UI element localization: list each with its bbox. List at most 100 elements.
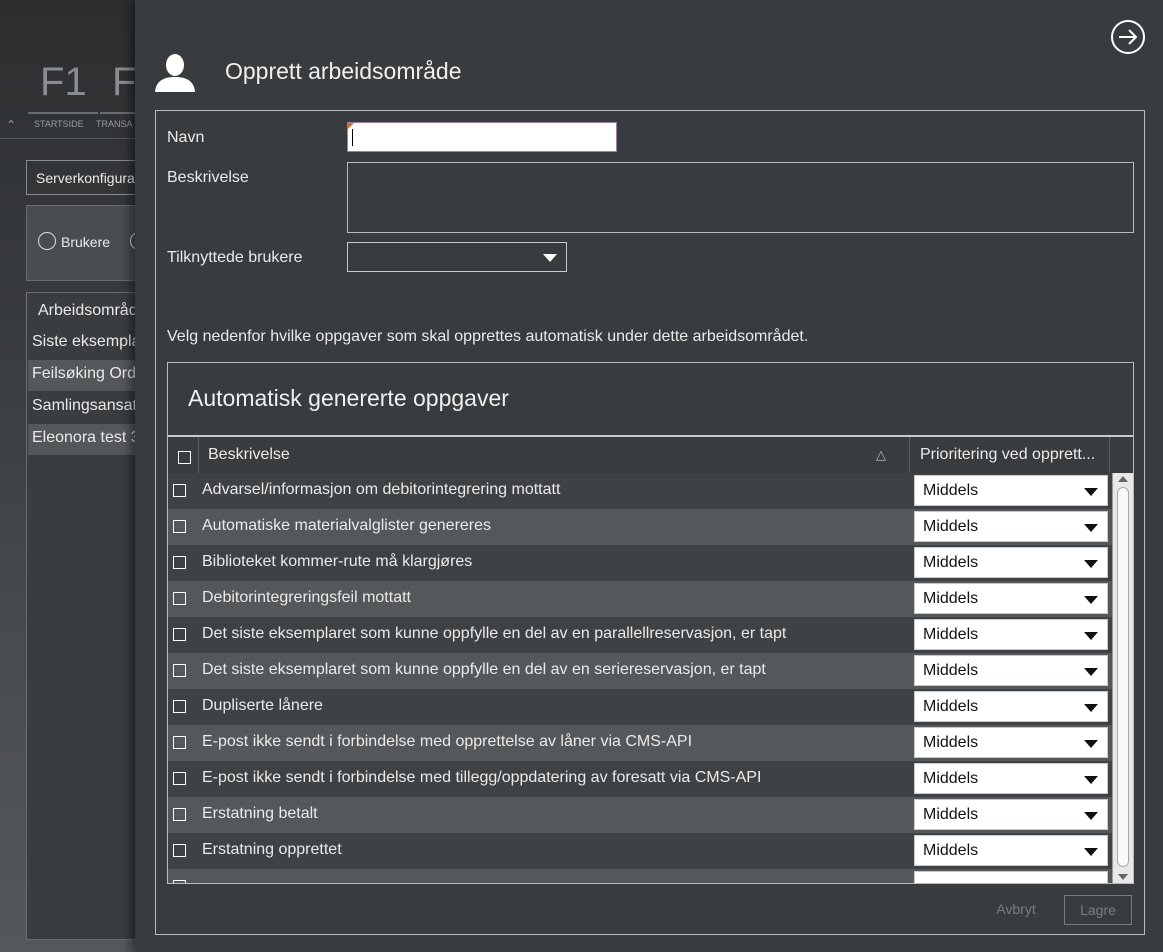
sort-ascending-icon[interactable]: △ [876, 447, 886, 463]
priority-value: Middels [923, 698, 979, 715]
priority-select[interactable]: Middels [914, 835, 1108, 866]
table-row: Biblioteket kommer-rute må klargjøres Mi… [168, 545, 1112, 581]
row-checkbox[interactable] [173, 520, 186, 533]
row-checkbox[interactable] [173, 736, 186, 749]
priority-select[interactable] [914, 871, 1108, 883]
column-header-priority[interactable]: Prioritering ved opprett... [920, 446, 1095, 464]
task-description: Det siste eksemplaret som kunne oppfylle… [202, 661, 766, 678]
priority-select[interactable]: Middels [914, 727, 1108, 758]
description-textarea[interactable] [347, 162, 1134, 233]
chevron-down-icon [1084, 596, 1098, 604]
row-checkbox[interactable] [173, 844, 186, 857]
chevron-down-icon [1084, 704, 1098, 712]
task-description: E-post ikke sendt i forbindelse med till… [202, 769, 762, 786]
column-separator[interactable] [909, 437, 910, 473]
task-rows: Advarsel/informasjon om debitorintegreri… [168, 473, 1112, 883]
chevron-down-icon [1084, 740, 1098, 748]
close-button[interactable] [1111, 20, 1145, 54]
priority-value: Middels [923, 662, 979, 679]
table-row: Debitorintegreringsfeil mottatt Middels [168, 581, 1112, 617]
priority-select[interactable]: Middels [914, 763, 1108, 794]
priority-select[interactable]: Middels [914, 799, 1108, 830]
table-row: Advarsel/informasjon om debitorintegreri… [168, 473, 1112, 509]
fkey-label-transa: TRANSA [96, 119, 133, 129]
row-checkbox[interactable] [173, 808, 186, 821]
row-checkbox[interactable] [173, 592, 186, 605]
table-row: E-post ikke sendt i forbindelse med oppr… [168, 725, 1112, 761]
priority-value: Middels [923, 626, 979, 643]
row-checkbox[interactable] [173, 772, 186, 785]
priority-value: Middels [923, 590, 979, 607]
priority-value: Middels [923, 734, 979, 751]
priority-value: Middels [923, 806, 979, 823]
save-button[interactable]: Lagre [1064, 895, 1132, 925]
chevron-up-icon[interactable]: ⌃ [6, 118, 16, 132]
row-checkbox[interactable] [173, 484, 186, 497]
row-checkbox[interactable] [173, 700, 186, 713]
column-separator [1109, 437, 1110, 473]
priority-select[interactable]: Middels [914, 691, 1108, 722]
priority-value: Middels [923, 842, 979, 859]
task-description: E-post ikke sendt i forbindelse med oppr… [202, 733, 693, 750]
grid-header: Beskrivelse △ Prioritering ved opprett..… [168, 437, 1133, 473]
dialog-title: Opprett arbeidsområde [225, 58, 462, 84]
task-description: Det siste eksemplaret som kunne oppfylle… [202, 625, 787, 642]
priority-select[interactable]: Middels [914, 547, 1108, 578]
cancel-button[interactable]: Avbryt [986, 895, 1046, 923]
fkey-label-startside: STARTSIDE [34, 119, 84, 129]
row-checkbox[interactable] [173, 880, 186, 883]
vertical-scrollbar[interactable] [1112, 473, 1133, 883]
required-marker [348, 123, 354, 129]
priority-select[interactable]: Middels [914, 619, 1108, 650]
priority-value: Middels [923, 518, 979, 535]
chevron-down-icon [1084, 668, 1098, 676]
fkey-underline [28, 112, 98, 114]
user-icon [155, 54, 195, 92]
priority-select[interactable]: Middels [914, 655, 1108, 686]
select-all-checkbox[interactable] [178, 451, 191, 464]
scroll-up-icon[interactable] [1118, 476, 1128, 482]
auto-tasks-section: Automatisk genererte oppgaver Beskrivels… [167, 362, 1134, 884]
table-row [168, 869, 1112, 883]
chevron-down-icon [1084, 776, 1098, 784]
priority-value: Middels [923, 554, 979, 571]
priority-select[interactable]: Middels [914, 475, 1108, 506]
task-description: Biblioteket kommer-rute må klargjøres [202, 553, 473, 570]
radio-brukere-label: Brukere [61, 234, 111, 250]
form-container: Navn Beskrivelse Tilknyttede brukere Vel… [155, 110, 1145, 935]
chevron-down-icon [1084, 524, 1098, 532]
chevron-down-icon [543, 254, 557, 262]
divider [0, 138, 140, 139]
fkey-underline [100, 112, 140, 114]
f1-key: F1 [40, 60, 87, 104]
column-separator [198, 437, 199, 473]
task-description: Dupliserte lånere [202, 697, 323, 714]
linked-users-dropdown[interactable] [347, 242, 567, 272]
table-row: Erstatning betalt Middels [168, 797, 1112, 833]
description-label: Beskrivelse [167, 169, 249, 186]
scrollbar-thumb[interactable] [1117, 487, 1129, 867]
scroll-down-icon[interactable] [1118, 874, 1128, 880]
chevron-down-icon [1084, 848, 1098, 856]
row-checkbox[interactable] [173, 556, 186, 569]
task-description: Debitorintegreringsfeil mottatt [202, 589, 411, 606]
row-checkbox[interactable] [173, 664, 186, 677]
workspace-list-header: Arbeidsområd [38, 302, 138, 319]
priority-select[interactable]: Middels [914, 583, 1108, 614]
task-description: Erstatning opprettet [202, 841, 342, 858]
priority-select[interactable]: Middels [914, 511, 1108, 542]
table-row: E-post ikke sendt i forbindelse med till… [168, 761, 1112, 797]
radio-brukere[interactable] [38, 232, 56, 250]
chevron-down-icon [1084, 632, 1098, 640]
priority-value: Middels [923, 770, 979, 787]
row-checkbox[interactable] [173, 628, 186, 641]
chevron-down-icon [1084, 812, 1098, 820]
name-label: Navn [167, 129, 205, 146]
chevron-down-icon [1084, 560, 1098, 568]
column-header-description[interactable]: Beskrivelse [208, 446, 290, 464]
f2-key: F [112, 60, 137, 104]
table-row: Det siste eksemplaret som kunne oppfylle… [168, 617, 1112, 653]
task-description: Erstatning betalt [202, 805, 318, 822]
table-row: Erstatning opprettet Middels [168, 833, 1112, 869]
name-input[interactable] [347, 122, 617, 152]
